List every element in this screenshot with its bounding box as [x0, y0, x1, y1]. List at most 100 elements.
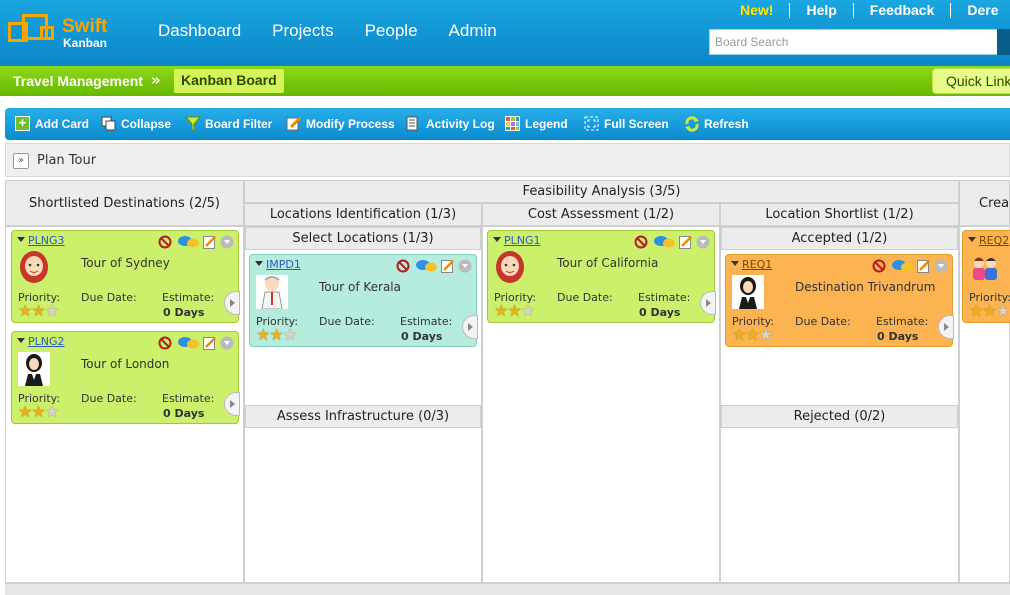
card-id-link[interactable]: PLNG1 [504, 234, 541, 247]
block-icon[interactable] [872, 259, 886, 276]
help-link[interactable]: Help [789, 3, 852, 18]
collapse-button[interactable]: Collapse [101, 116, 171, 131]
legend-icon [505, 116, 520, 131]
move-next-button[interactable] [224, 392, 240, 416]
legend-button[interactable]: Legend [505, 116, 568, 131]
block-icon[interactable] [158, 235, 172, 252]
expand-icon[interactable] [220, 235, 234, 252]
breadcrumb-project[interactable]: Travel Management [13, 73, 143, 89]
sublane-rejected[interactable]: Rejected (0/2) [721, 405, 958, 428]
avatar [256, 275, 288, 310]
move-next-button[interactable] [938, 315, 954, 339]
activity-log-button[interactable]: Activity Log [406, 116, 495, 131]
column-create[interactable]: Creat [959, 180, 1010, 226]
full-screen-label: Full Screen [604, 116, 669, 131]
priority-stars: ★★★ [256, 325, 297, 344]
sublane-select-locations[interactable]: Select Locations (1/3) [245, 227, 481, 250]
add-card-button[interactable]: + Add Card [15, 116, 89, 131]
kanban-card[interactable]: REQ2 Priority: ★★★ [962, 230, 1010, 323]
expand-icon[interactable] [220, 336, 234, 353]
edit-icon[interactable] [441, 259, 454, 276]
estimate-value: 0 Days [639, 306, 681, 319]
feedback-link[interactable]: Feedback [852, 3, 951, 18]
card-menu-arrow-icon[interactable] [255, 261, 263, 266]
logo-text-kanban: Kanban [63, 36, 108, 50]
estimate-value: 0 Days [877, 330, 919, 343]
card-id-link[interactable]: PLNG3 [28, 234, 65, 247]
column-feasibility[interactable]: Feasibility Analysis (3/5) [244, 180, 959, 203]
quick-links-button[interactable]: Quick Link [932, 68, 1010, 94]
card-menu-arrow-icon[interactable] [968, 237, 976, 242]
swift-kanban-logo[interactable]: Swift Kanban [8, 12, 113, 52]
edit-icon[interactable] [679, 235, 692, 252]
app-header: Swift Kanban Dashboard Projects People A… [0, 0, 1010, 66]
filter-icon [184, 116, 202, 131]
card-id-link[interactable]: REQ1 [742, 258, 772, 271]
block-icon[interactable] [158, 336, 172, 353]
kanban-card[interactable]: PLNG3 Tour of Sydney Priority: Due Date:… [11, 230, 240, 323]
move-next-button[interactable] [224, 291, 240, 315]
card-menu-arrow-icon[interactable] [731, 261, 739, 266]
card-menu-arrow-icon[interactable] [17, 237, 25, 242]
board-filter-label: Board Filter [205, 116, 273, 131]
column-location-shortlist[interactable]: Location Shortlist (1/2) [720, 203, 959, 226]
chevron-down-icon[interactable]: » [13, 153, 29, 169]
nav-projects[interactable]: Projects [272, 21, 333, 41]
search-button[interactable] [997, 29, 1010, 55]
kanban-card[interactable]: IMPD1 Tour of Kerala Priority: Due Date:… [249, 254, 478, 347]
user-link[interactable]: Dere [950, 3, 1010, 18]
column-locations-identification[interactable]: Locations Identification (1/3) [244, 203, 482, 226]
expand-icon[interactable] [458, 259, 472, 276]
comments-icon[interactable] [178, 235, 200, 252]
card-title: Tour of Sydney [81, 256, 170, 270]
nav-dashboard[interactable]: Dashboard [158, 21, 241, 41]
new-link[interactable]: New! [740, 3, 789, 18]
breadcrumb-current[interactable]: Kanban Board [174, 69, 284, 93]
board-toolbar: + Add Card Collapse Board Filter Modify … [5, 108, 1010, 140]
add-icon: + [15, 116, 30, 131]
board-filter-button[interactable]: Board Filter [184, 116, 273, 131]
board-search-input[interactable] [709, 29, 999, 55]
priority-stars: ★★★ [18, 301, 59, 320]
edit-icon[interactable] [203, 336, 216, 353]
estimate-label: Estimate: [638, 291, 691, 304]
comments-icon[interactable] [892, 259, 914, 276]
card-id-link[interactable]: IMPD1 [266, 258, 301, 271]
sublane-accepted[interactable]: Accepted (1/2) [721, 227, 958, 250]
kanban-card[interactable]: PLNG1 Tour of California Priority: Due D… [487, 230, 716, 323]
modify-process-button[interactable]: Modify Process [286, 116, 395, 131]
due-date-label: Due Date: [319, 315, 375, 328]
avatar [732, 275, 764, 309]
kanban-card[interactable]: REQ1 Destination Trivandrum Priority: Du… [725, 254, 954, 347]
modify-process-label: Modify Process [306, 116, 395, 131]
card-menu-arrow-icon[interactable] [17, 338, 25, 343]
card-id-link[interactable]: PLNG2 [28, 335, 65, 348]
card-clip: REQ2 Priority: ★★★ [962, 230, 1010, 325]
card-menu-arrow-icon[interactable] [493, 237, 501, 242]
comments-icon[interactable] [178, 336, 200, 353]
card-id-link[interactable]: REQ2 [979, 234, 1009, 247]
expand-icon[interactable] [696, 235, 710, 252]
refresh-button[interactable]: Refresh [684, 116, 749, 132]
card-title: Destination Trivandrum [795, 280, 936, 294]
move-next-button[interactable] [462, 315, 478, 339]
edit-icon[interactable] [917, 259, 930, 276]
sublane-assess-infrastructure[interactable]: Assess Infrastructure (0/3) [245, 405, 481, 428]
board-name: Plan Tour [37, 153, 97, 168]
nav-people[interactable]: People [365, 21, 418, 41]
move-next-button[interactable] [700, 291, 716, 315]
comments-icon[interactable] [416, 259, 438, 276]
comments-icon[interactable] [654, 235, 676, 252]
avatar [969, 251, 1001, 285]
column-cost-assessment[interactable]: Cost Assessment (1/2) [482, 203, 720, 226]
expand-icon[interactable] [934, 259, 948, 276]
kanban-card[interactable]: PLNG2 Tour of London Priority: Due Date:… [11, 331, 240, 424]
due-date-label: Due Date: [81, 291, 137, 304]
column-shortlisted[interactable]: Shortlisted Destinations (2/5) [5, 180, 244, 226]
block-icon[interactable] [634, 235, 648, 252]
block-icon[interactable] [396, 259, 410, 276]
nav-admin[interactable]: Admin [449, 21, 497, 41]
estimate-value: 0 Days [163, 306, 205, 319]
edit-icon[interactable] [203, 235, 216, 252]
full-screen-button[interactable]: Full Screen [584, 116, 669, 131]
